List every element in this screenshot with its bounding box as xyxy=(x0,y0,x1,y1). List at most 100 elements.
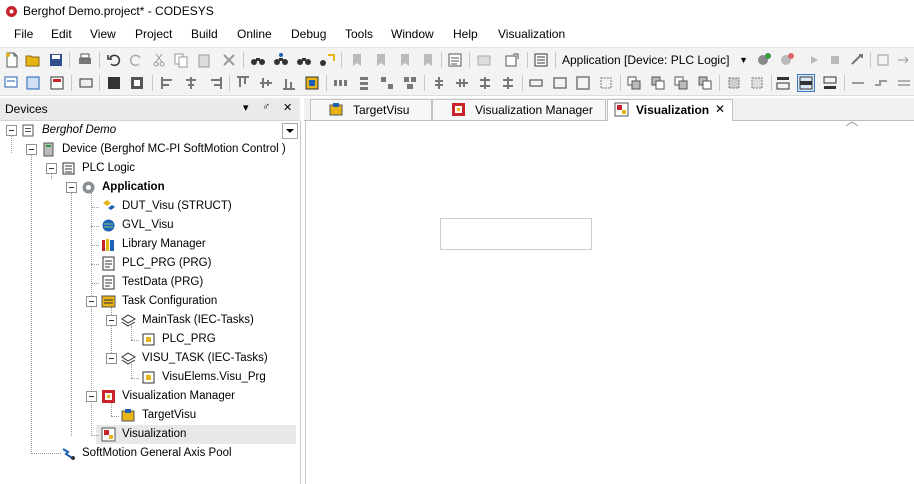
find-next-icon[interactable] xyxy=(273,52,289,68)
collapse-icon[interactable] xyxy=(106,315,117,326)
distribute-grid-icon[interactable] xyxy=(379,75,395,91)
tree-item-visuelems-visu-prg[interactable]: VisuElems.Visu_Prg xyxy=(0,368,300,387)
menu-project[interactable]: Project xyxy=(133,27,174,41)
save-icon[interactable] xyxy=(48,52,64,68)
visu-toolbox-icon[interactable] xyxy=(25,75,41,91)
visu-element-list-icon[interactable] xyxy=(3,75,19,91)
tree-item-task-configuration[interactable]: Task Configuration xyxy=(0,292,300,311)
print-icon[interactable] xyxy=(77,52,93,68)
collapse-icon[interactable] xyxy=(66,182,77,193)
bring-forward-icon[interactable] xyxy=(650,75,666,91)
send-backward-icon[interactable] xyxy=(673,75,689,91)
tree-item-plc-prg-call[interactable]: PLC_PRG xyxy=(0,330,300,349)
visu-interface-icon[interactable] xyxy=(49,75,65,91)
deselect-icon[interactable] xyxy=(749,75,765,91)
layout-middle-icon[interactable] xyxy=(797,74,815,92)
connector-tool-icon[interactable] xyxy=(896,75,912,91)
replace-icon[interactable] xyxy=(319,52,335,68)
menu-online[interactable]: Online xyxy=(235,27,274,41)
visu-group-icon[interactable] xyxy=(106,75,122,91)
tab-targetvisu[interactable]: TargetVisu xyxy=(310,99,432,120)
same-size-icon[interactable] xyxy=(477,75,493,91)
visualization-editor-canvas[interactable] xyxy=(305,121,914,484)
tab-visualization[interactable]: Visualization ✕ xyxy=(607,99,733,121)
distribute-space-icon[interactable] xyxy=(402,75,418,91)
align-left-icon[interactable] xyxy=(160,75,176,91)
distribute-horizontal-icon[interactable] xyxy=(332,75,348,91)
align-top-icon[interactable] xyxy=(235,75,251,91)
distribute-vertical-icon[interactable] xyxy=(356,75,372,91)
reset-icon[interactable] xyxy=(849,52,865,68)
menu-window[interactable]: Window xyxy=(389,27,436,41)
snap-grid-icon[interactable] xyxy=(598,75,614,91)
visu-ungroup-icon[interactable] xyxy=(129,75,145,91)
same-height-icon[interactable] xyxy=(454,75,470,91)
delete-icon[interactable] xyxy=(221,52,237,68)
center-horizontal-icon[interactable] xyxy=(528,75,544,91)
login-icon[interactable] xyxy=(756,52,772,68)
line-tool-icon[interactable] xyxy=(850,75,866,91)
tree-item-device[interactable]: Device (Berghof MC-PI SoftMotion Control… xyxy=(0,140,300,159)
copy-icon[interactable] xyxy=(173,52,189,68)
polyline-tool-icon[interactable] xyxy=(873,75,889,91)
cut-icon[interactable] xyxy=(151,52,167,68)
logout-icon[interactable] xyxy=(779,52,795,68)
new-file-icon[interactable] xyxy=(4,52,20,68)
export-icon[interactable] xyxy=(504,52,520,68)
undo-icon[interactable] xyxy=(106,52,122,68)
breakpoint-icon[interactable] xyxy=(876,52,892,68)
step-over-icon[interactable] xyxy=(896,52,912,68)
menu-help[interactable]: Help xyxy=(451,27,480,41)
close-icon[interactable]: ✕ xyxy=(283,101,292,114)
tree-item-application[interactable]: Application xyxy=(0,178,300,197)
menu-build[interactable]: Build xyxy=(189,27,220,41)
start-icon[interactable] xyxy=(806,52,822,68)
tree-item-maintask[interactable]: MainTask (IEC-Tasks) xyxy=(0,311,300,330)
collapse-icon[interactable] xyxy=(6,125,17,136)
bookmark-prev-icon[interactable] xyxy=(397,52,413,68)
tree-item-visualization[interactable]: Visualization xyxy=(0,425,300,444)
tree-item-visualization-manager[interactable]: Visualization Manager xyxy=(0,387,300,406)
tree-item-testdata[interactable]: TestData (PRG) xyxy=(0,273,300,292)
tree-item-softmotion-axis-pool[interactable]: SoftMotion General Axis Pool xyxy=(0,444,300,463)
align-bottom-icon[interactable] xyxy=(281,75,297,91)
menu-tools[interactable]: Tools xyxy=(343,27,375,41)
tree-item-project[interactable]: Berghof Demo xyxy=(0,121,300,140)
stop-icon[interactable] xyxy=(827,52,843,68)
pin-icon[interactable]: ♂ xyxy=(262,101,270,113)
collapse-icon[interactable] xyxy=(86,391,97,402)
menu-edit[interactable]: Edit xyxy=(49,27,74,41)
menu-debug[interactable]: Debug xyxy=(289,27,328,41)
menu-file[interactable]: File xyxy=(12,27,35,41)
bookmark-icon[interactable] xyxy=(349,52,365,68)
visu-rectangle-element[interactable] xyxy=(440,218,592,250)
collapse-icon[interactable] xyxy=(26,144,37,155)
select-all-icon[interactable] xyxy=(726,75,742,91)
tree-item-dut-visu[interactable]: DUT_Visu (STRUCT) xyxy=(0,197,300,216)
align-middle-icon[interactable] xyxy=(258,75,274,91)
scroll-up-icon[interactable] xyxy=(840,121,864,127)
collapse-icon[interactable] xyxy=(46,163,57,174)
paste-icon[interactable] xyxy=(196,52,212,68)
align-center-icon[interactable] xyxy=(183,75,199,91)
collapse-icon[interactable] xyxy=(106,353,117,364)
same-width-icon[interactable] xyxy=(431,75,447,91)
project-dropdown-button[interactable] xyxy=(282,123,298,139)
center-vertical-icon[interactable] xyxy=(552,75,568,91)
properties-icon[interactable] xyxy=(447,52,463,68)
tree-item-gvl-visu[interactable]: GVL_Visu xyxy=(0,216,300,235)
visu-image-icon[interactable] xyxy=(304,75,320,91)
find-icon[interactable] xyxy=(250,52,266,68)
menu-view[interactable]: View xyxy=(88,27,118,41)
tree-item-library-manager[interactable]: Library Manager xyxy=(0,235,300,254)
redo-icon[interactable] xyxy=(128,52,144,68)
tree-item-plc-prg[interactable]: PLC_PRG (PRG) xyxy=(0,254,300,273)
menu-visualization[interactable]: Visualization xyxy=(496,27,567,41)
visu-frame-icon[interactable] xyxy=(78,75,94,91)
active-application-combo[interactable]: Application [Device: PLC Logic] ▼ xyxy=(562,51,752,69)
add-object-icon[interactable] xyxy=(476,52,492,68)
tab-visualization-manager[interactable]: Visualization Manager xyxy=(432,99,606,120)
size-to-grid-icon[interactable] xyxy=(500,75,516,91)
center-both-icon[interactable] xyxy=(575,75,591,91)
find-previous-icon[interactable] xyxy=(296,52,312,68)
